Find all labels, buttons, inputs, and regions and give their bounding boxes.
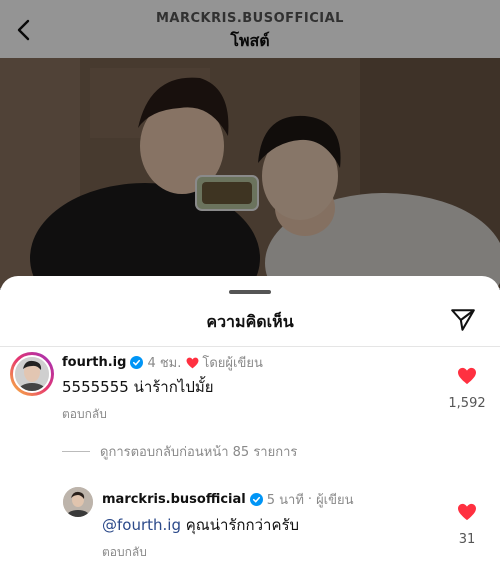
avatar[interactable] [63, 487, 93, 517]
mention-link[interactable]: @fourth.ig [102, 516, 181, 534]
sheet-divider [0, 346, 500, 347]
divider-line [62, 451, 90, 452]
comment-meta: marckris.busofficial 5 นาที · ผู้เขียน [102, 489, 354, 510]
sheet-title: ความคิดเห็น [206, 312, 294, 331]
reply-button[interactable]: ตอบกลับ [62, 405, 107, 424]
heart-icon[interactable] [457, 367, 477, 385]
comment-time: 5 นาที [266, 493, 304, 508]
heart-icon [186, 357, 199, 368]
verified-badge-icon [249, 493, 263, 506]
comment-username[interactable]: fourth.ig [62, 355, 126, 370]
sheet-grabber[interactable] [229, 290, 271, 294]
view-replies-label: ดูการตอบกลับก่อนหน้า 85 รายการ [100, 445, 298, 460]
like-count: 31 [458, 532, 476, 547]
comment-text: @fourth.ig คุณน่ารักกว่าครับ [102, 513, 299, 537]
author-label: ผู้เขียน [316, 493, 354, 508]
separator-dot: · [307, 492, 313, 507]
liked-by-author-label: โดยผู้เขียน [202, 356, 263, 371]
dim-overlay[interactable] [0, 0, 500, 290]
reply-button[interactable]: ตอบกลับ [102, 543, 147, 562]
comment-username[interactable]: marckris.busofficial [102, 492, 246, 507]
heart-icon[interactable] [457, 503, 477, 521]
view-replies-button[interactable]: ดูการตอบกลับก่อนหน้า 85 รายการ [62, 441, 297, 462]
comment-body: คุณน่ารักกว่าครับ [180, 516, 300, 534]
comment-time: 4 ชม. [147, 356, 182, 371]
like-count: 1,592 [448, 396, 486, 411]
verified-badge-icon [130, 356, 144, 369]
avatar[interactable] [10, 352, 54, 396]
comment-meta: fourth.ig 4 ชม. โดยผู้เขียน [62, 352, 263, 373]
comment-text: 5555555 น่าร้ากไปมั้ย [62, 378, 214, 396]
paper-plane-icon[interactable] [450, 307, 476, 333]
